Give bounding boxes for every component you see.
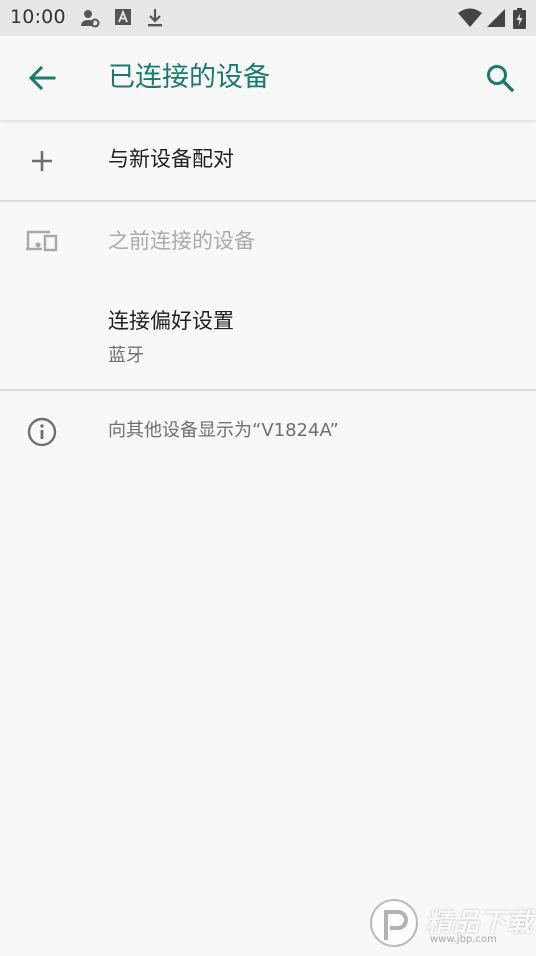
search-icon [487,65,515,93]
connection-preferences-item[interactable]: 连接偏好设置 蓝牙 [0,283,536,389]
pair-new-device-item[interactable]: 与新设备配对 [0,121,536,201]
battery-charging-icon [513,8,526,29]
back-button[interactable] [22,58,62,98]
status-time: 10:00 [10,6,66,28]
arrow-back-icon [28,65,56,91]
person-settings-icon [81,10,100,28]
devices-icon [26,230,58,252]
page-title: 已连接的设备 [108,62,270,93]
status-bar: 10:00 [0,0,536,36]
search-button[interactable] [478,56,522,100]
download-icon [148,9,162,27]
info-icon [27,417,57,447]
watermark: 精品下载 www.jbp.com [368,896,536,952]
connection-preferences-title: 连接偏好设置 [108,309,234,333]
font-a-icon [115,9,131,25]
plus-icon [32,151,52,171]
watermark-url: www.jbp.com [430,934,497,945]
previously-connected-label: 之前连接的设备 [108,229,255,253]
wifi-icon [458,8,482,27]
divider [0,389,536,391]
divider [0,200,536,202]
previously-connected-category: 之前连接的设备 [0,203,536,279]
watermark-logo [370,899,418,947]
app-bar: 已连接的设备 [0,36,536,120]
cell-signal-icon [487,9,505,27]
pair-new-device-label: 与新设备配对 [108,147,234,171]
device-visible-name-label: 向其他设备显示为“V1824A” [108,420,339,441]
connection-preferences-summary: 蓝牙 [108,345,144,366]
device-visible-name-footer: 向其他设备显示为“V1824A” [0,392,536,472]
